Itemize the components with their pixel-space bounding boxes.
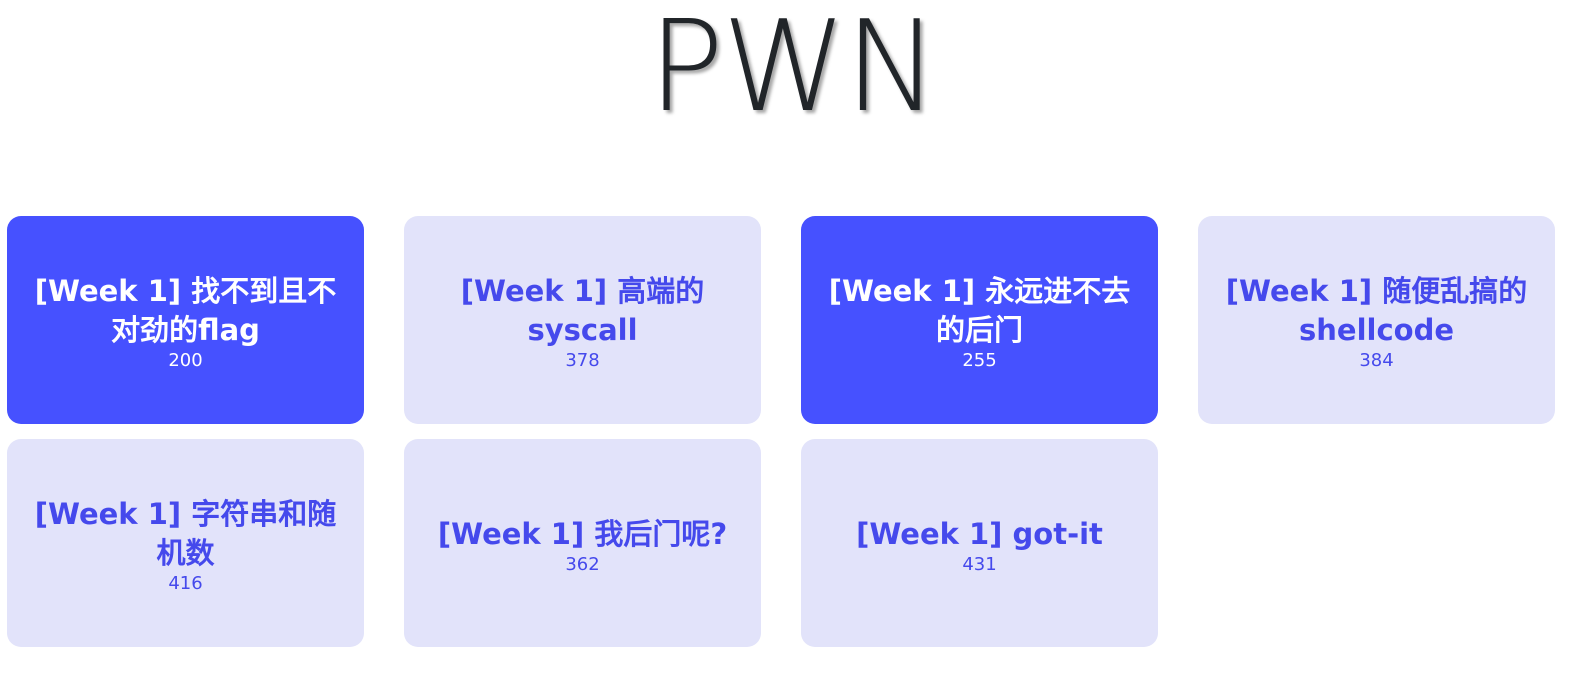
challenge-card[interactable]: [Week 1] 字符串和随机数 416: [7, 439, 364, 647]
challenge-title: [Week 1] 高端的syscall: [460, 274, 705, 347]
challenge-title: [Week 1] 随便乱搞的shellcode: [1225, 274, 1528, 347]
challenge-points: 362: [565, 553, 600, 575]
challenge-grid: [Week 1] 找不到且不对劲的flag 200 [Week 1] 高端的sy…: [7, 216, 1580, 647]
challenge-points: 378: [565, 350, 600, 371]
challenge-points: 255: [962, 350, 997, 371]
challenge-card[interactable]: [Week 1] 随便乱搞的shellcode 384: [1198, 216, 1555, 424]
challenge-title: [Week 1] 字符串和随机数: [34, 497, 337, 570]
challenge-card[interactable]: [Week 1] 高端的syscall 378: [404, 216, 761, 424]
challenge-points: 200: [168, 350, 203, 371]
challenge-card[interactable]: [Week 1] 永远进不去的后门 255: [801, 216, 1158, 424]
challenge-points: 416: [168, 573, 203, 594]
page-title: PWN: [648, 0, 939, 140]
challenge-title: [Week 1] 我后门呢?: [437, 516, 728, 551]
challenge-points: 384: [1359, 350, 1394, 371]
challenge-title: [Week 1] 永远进不去的后门: [828, 274, 1131, 347]
challenge-card[interactable]: [Week 1] got-it 431: [801, 439, 1158, 647]
challenge-points: 431: [962, 553, 997, 575]
challenge-card[interactable]: [Week 1] 我后门呢? 362: [404, 439, 761, 647]
challenge-title: [Week 1] got-it: [856, 516, 1103, 551]
challenge-card[interactable]: [Week 1] 找不到且不对劲的flag 200: [7, 216, 364, 424]
challenge-title: [Week 1] 找不到且不对劲的flag: [34, 274, 337, 347]
